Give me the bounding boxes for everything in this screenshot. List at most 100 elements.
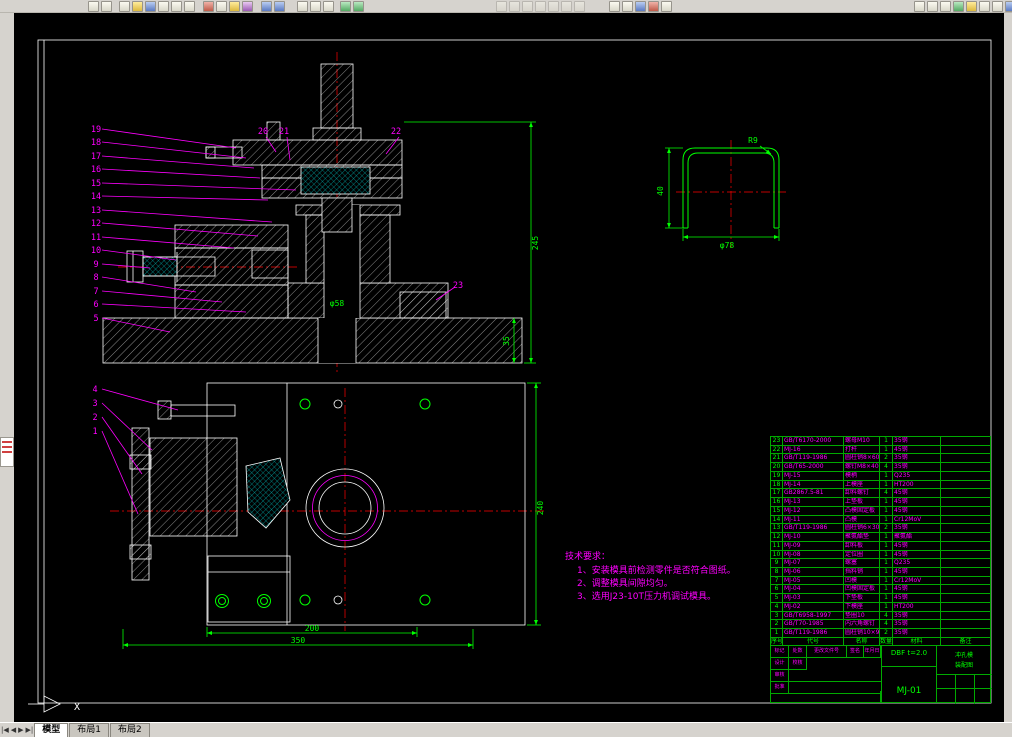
tb-divider	[974, 674, 975, 704]
zoom-in-icon[interactable]	[914, 0, 925, 12]
bom-item-code: MJ-12	[783, 506, 844, 515]
bom-item-qty: 4	[880, 489, 893, 498]
draw-hatch-icon[interactable]	[561, 0, 572, 12]
file-group	[119, 0, 197, 12]
zoom-extents-icon[interactable]	[940, 0, 951, 12]
draw-arc-icon[interactable]	[522, 0, 533, 12]
tab-layout2[interactable]: 布局2	[110, 723, 150, 737]
next-tab-button[interactable]: ▶	[18, 726, 23, 734]
dim-linear-icon[interactable]	[609, 0, 620, 12]
regen-icon[interactable]	[953, 0, 964, 12]
search-icon[interactable]	[184, 0, 195, 12]
tb-label-sign: 签名	[847, 646, 864, 658]
edit-group	[203, 0, 255, 12]
tb-label-mark: 标记	[771, 646, 789, 658]
bom-item-name: 内六角螺钉	[844, 620, 880, 629]
zoom-out-icon[interactable]	[927, 0, 938, 12]
pan-icon[interactable]	[297, 0, 308, 12]
bom-item-qty: 1	[880, 498, 893, 506]
mini-palette[interactable]	[0, 437, 14, 467]
bom-item-code: MJ-11	[783, 515, 844, 524]
bom-row: 11 MJ-09 卸料板 1 45钢	[771, 541, 990, 551]
settings-icon[interactable]	[979, 0, 990, 12]
color-icon[interactable]	[648, 0, 659, 12]
quick-select-icon[interactable]	[101, 0, 112, 12]
first-tab-button[interactable]: |◀	[1, 726, 9, 734]
draw-polyline-icon[interactable]	[535, 0, 546, 12]
grid-icon[interactable]	[1005, 0, 1012, 12]
bom-rows: 23 GB/T6170-2000 螺母M10 1 35钢 22 MJ-16 打杆…	[771, 437, 990, 638]
tab-model[interactable]: 模型	[34, 723, 69, 737]
bom-item-material: 35钢	[893, 454, 941, 463]
bom-item-name: 螺塞	[844, 559, 880, 568]
draw-line-icon[interactable]	[496, 0, 507, 12]
draw-circle-icon[interactable]	[509, 0, 520, 12]
print-icon[interactable]	[158, 0, 169, 12]
bom-row: 4 MJ-02 下模座 1 HT200	[771, 602, 990, 612]
tab-layout1[interactable]: 布局1	[69, 723, 110, 737]
dim-radius-icon[interactable]	[622, 0, 633, 12]
bom-item-remark	[941, 559, 990, 567]
layers-icon[interactable]	[340, 0, 351, 12]
bom-item-remark	[941, 577, 990, 585]
bom-item-remark	[941, 481, 990, 489]
select-group	[88, 0, 114, 12]
bom-row: 8 MJ-06 挡料销 1 45钢	[771, 568, 990, 577]
bom-item-code: MJ-10	[783, 533, 844, 541]
top-toolbar	[0, 0, 1012, 13]
layer-properties-icon[interactable]	[353, 0, 364, 12]
redo-icon[interactable]	[274, 0, 285, 12]
bom-item-qty: 1	[880, 585, 893, 594]
bom-item-remark	[941, 516, 990, 524]
bom-item-qty: 1	[880, 515, 893, 524]
bom-item-code: GB/T70-1985	[783, 620, 844, 629]
bom-item-material: 35钢	[893, 437, 941, 445]
bom-row: 13 GB/T119-1986 圆柱销6×30 2 35钢	[771, 524, 990, 534]
bom-item-remark	[941, 533, 990, 541]
format-painter-icon[interactable]	[242, 0, 253, 12]
bom-item-remark	[941, 437, 990, 445]
new-file-icon[interactable]	[119, 0, 130, 12]
print-preview-icon[interactable]	[171, 0, 182, 12]
bom-item-material: 35钢	[893, 629, 941, 637]
bom-item-code: GB/T6170-2000	[783, 437, 844, 445]
bom-item-material: 45钢	[893, 594, 941, 602]
about-icon[interactable]	[992, 0, 1003, 12]
copy-icon[interactable]	[216, 0, 227, 12]
bom-item-remark	[941, 463, 990, 471]
bom-item-code: MJ-09	[783, 541, 844, 550]
bom-item-remark	[941, 551, 990, 559]
bom-item-remark	[941, 585, 990, 593]
bom-item-no: 9	[771, 559, 783, 568]
properties-icon[interactable]	[635, 0, 646, 12]
linetype-icon[interactable]	[661, 0, 672, 12]
pointer-icon[interactable]	[88, 0, 99, 12]
paste-icon[interactable]	[229, 0, 240, 12]
bom-row: 9 MJ-07 螺塞 1 Q235	[771, 559, 990, 569]
draw-rect-icon[interactable]	[548, 0, 559, 12]
undo-icon[interactable]	[261, 0, 272, 12]
bom-item-material: 35钢	[893, 524, 941, 533]
bom-item-material: 45钢	[893, 585, 941, 594]
save-icon[interactable]	[145, 0, 156, 12]
zoom-realtime-icon[interactable]	[310, 0, 321, 12]
bom-item-no: 16	[771, 498, 783, 506]
bom-item-no: 7	[771, 576, 783, 585]
bom-item-remark	[941, 568, 990, 576]
bom-item-name: 下模座	[844, 602, 880, 611]
bom-item-qty: 1	[880, 533, 893, 541]
draw-text-icon[interactable]	[574, 0, 585, 12]
cut-icon[interactable]	[203, 0, 214, 12]
bom-item-name: 定位圈	[844, 550, 880, 559]
bom-row: 1 GB/T119-1986 圆柱销10×90 2 35钢	[771, 629, 990, 638]
open-icon[interactable]	[132, 0, 143, 12]
bom-row: 19 MJ-15 模柄 1 Q235	[771, 471, 990, 481]
bom-item-name: 下垫板	[844, 594, 880, 602]
bom-row: 6 MJ-04 凹模固定板 1 45钢	[771, 585, 990, 595]
prev-tab-button[interactable]: ◀	[11, 726, 16, 734]
last-tab-button[interactable]: ▶|	[26, 726, 34, 734]
help-icon[interactable]	[966, 0, 977, 12]
bom-item-remark	[941, 629, 990, 637]
zoom-window-icon[interactable]	[323, 0, 334, 12]
bom-item-no: 20	[771, 463, 783, 471]
